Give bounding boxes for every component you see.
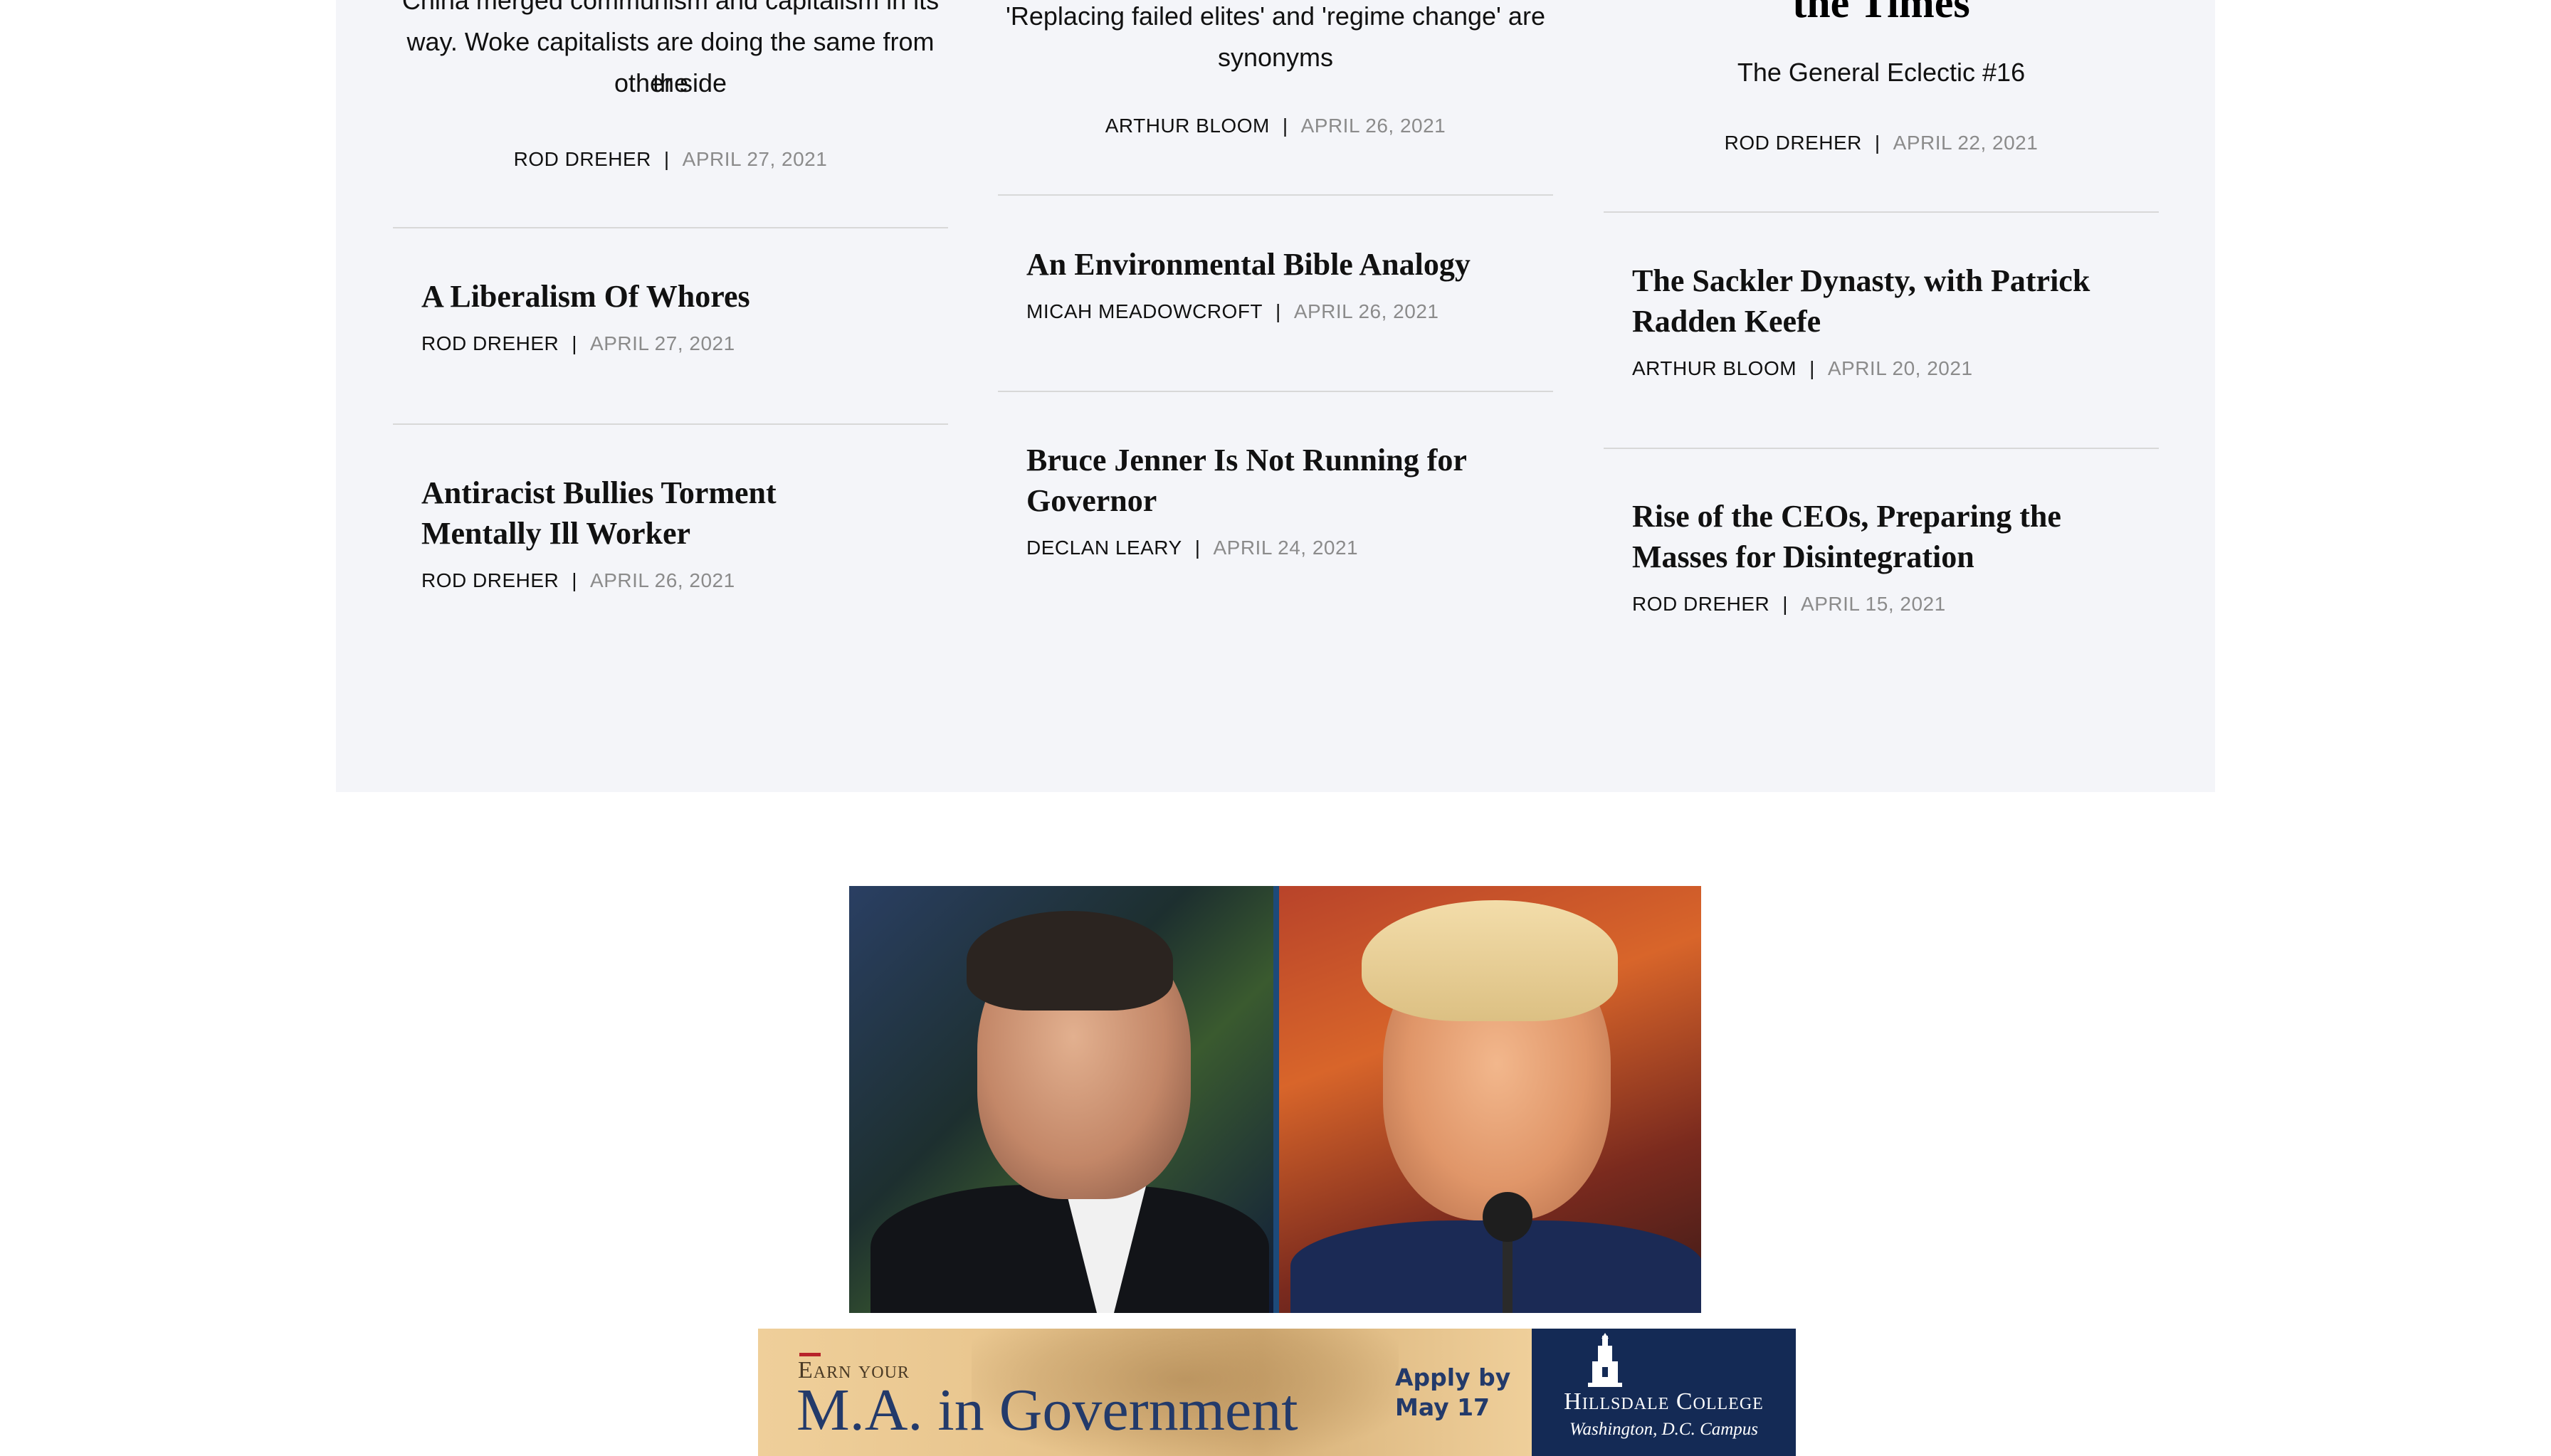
ad-cta-line[interactable]: Apply by: [1395, 1363, 1510, 1391]
byline-separator: |: [572, 332, 578, 354]
ad-college-name: Hillsdale College: [1564, 1388, 1764, 1415]
publish-date: APRIL 22, 2021: [1893, 132, 2039, 154]
featured-article-image[interactable]: [849, 886, 1701, 1313]
lead-byline: ROD DREHER | APRIL 22, 2021: [1604, 132, 2159, 154]
article-title[interactable]: Bruce Jenner Is Not Running for Governor: [1026, 440, 1539, 521]
image-left-hair: [967, 911, 1173, 1011]
article-title-line[interactable]: Antiracist Bullies Torment: [421, 475, 777, 510]
byline-separator: |: [1194, 537, 1201, 559]
lead-byline: ARTHUR BLOOM | APRIL 26, 2021: [998, 115, 1553, 137]
divider: [1604, 211, 2159, 213]
article-card[interactable]: The Sackler Dynasty, with Patrick Radden …: [1632, 260, 2145, 380]
microphone: [1483, 1192, 1532, 1242]
article-card[interactable]: Rise of the CEOs, Preparing the Masses fo…: [1632, 496, 2145, 616]
publish-date: APRIL 24, 2021: [1213, 537, 1359, 559]
article-byline: MICAH MEADOWCROFT | APRIL 26, 2021: [1026, 300, 1539, 323]
author-link[interactable]: DECLAN LEARY: [1026, 537, 1182, 559]
author-link[interactable]: ARTHUR BLOOM: [1632, 357, 1797, 379]
article-byline: ROD DREHER | APRIL 26, 2021: [421, 569, 934, 592]
ad-accent-bar: [799, 1353, 821, 1356]
image-right-panel: [1276, 886, 1701, 1313]
author-link[interactable]: ROD DREHER: [1725, 132, 1862, 154]
article-title-line[interactable]: Radden Keefe: [1632, 304, 1821, 339]
author-link[interactable]: ROD DREHER: [421, 332, 559, 354]
publish-date: APRIL 27, 2021: [590, 332, 735, 354]
byline-separator: |: [1874, 132, 1881, 154]
microphone-stand: [1503, 1235, 1513, 1313]
image-right-hair: [1362, 900, 1618, 1021]
article-byline: ARTHUR BLOOM | APRIL 20, 2021: [1632, 357, 2145, 380]
publish-date: APRIL 20, 2021: [1827, 357, 1973, 379]
article-title[interactable]: Antiracist Bullies Torment Mentally Ill W…: [421, 473, 934, 554]
ad-headline: M.A. in Government: [796, 1377, 1298, 1443]
ad-cta-line[interactable]: May 17: [1395, 1393, 1490, 1421]
publish-date: APRIL 15, 2021: [1801, 593, 1946, 615]
article-byline: ROD DREHER | APRIL 27, 2021: [421, 332, 934, 355]
ad-banner[interactable]: Earn your M.A. in Government Apply by Ma…: [758, 1329, 1796, 1456]
author-link[interactable]: ROD DREHER: [514, 148, 651, 170]
article-title[interactable]: A Liberalism Of Whores: [421, 276, 934, 317]
article-card[interactable]: An Environmental Bible Analogy MICAH MEA…: [1026, 244, 1539, 323]
article-title-line[interactable]: Governor: [1026, 483, 1157, 518]
article-title[interactable]: The Sackler Dynasty, with Patrick Radden …: [1632, 260, 2145, 342]
lead-article-title[interactable]: the Times: [1604, 0, 2159, 26]
article-title[interactable]: Rise of the CEOs, Preparing the Masses fo…: [1632, 496, 2145, 577]
author-link[interactable]: ROD DREHER: [421, 569, 559, 591]
article-title-line[interactable]: A Liberalism Of Whores: [421, 279, 750, 314]
lead-dek-line-3: other side: [614, 68, 727, 97]
author-link[interactable]: MICAH MEADOWCROFT: [1026, 300, 1263, 322]
divider: [393, 423, 948, 425]
byline-separator: |: [1276, 300, 1281, 322]
article-title-line[interactable]: The Sackler Dynasty, with Patrick: [1632, 263, 2090, 298]
byline-separator: |: [1782, 593, 1789, 615]
ad-cta[interactable]: Apply by May 17: [1395, 1363, 1516, 1423]
article-title-line[interactable]: An Environmental Bible Analogy: [1026, 247, 1471, 282]
college-tower-icon: [1588, 1333, 1622, 1387]
lead-dek-line-1: China merged communism and capitalism in…: [401, 0, 940, 15]
divider: [998, 194, 1553, 196]
author-link[interactable]: ARTHUR BLOOM: [1105, 115, 1270, 137]
lead-dek-line-1: 'Replacing failed elites' and 'regime ch…: [1006, 1, 1545, 31]
article-card[interactable]: Antiracist Bullies Torment Mentally Ill W…: [421, 473, 934, 592]
article-byline: DECLAN LEARY | APRIL 24, 2021: [1026, 537, 1539, 559]
publish-date: APRIL 26, 2021: [1293, 300, 1439, 322]
article-byline: ROD DREHER | APRIL 15, 2021: [1632, 593, 2145, 616]
lead-byline: ROD DREHER | APRIL 27, 2021: [393, 148, 948, 171]
lead-dek-line-1: The General Eclectic #16: [1737, 58, 2026, 87]
divider: [1604, 448, 2159, 449]
article-card[interactable]: A Liberalism Of Whores ROD DREHER | APRIL …: [421, 276, 934, 355]
author-link[interactable]: ROD DREHER: [1632, 593, 1769, 615]
article-card[interactable]: Bruce Jenner Is Not Running for Governor …: [1026, 440, 1539, 559]
article-title-line[interactable]: Bruce Jenner Is Not Running for: [1026, 443, 1467, 478]
image-left-panel: [849, 886, 1276, 1313]
publish-date: APRIL 26, 2021: [1300, 115, 1446, 137]
image-divider: [1273, 886, 1279, 1313]
publish-date: APRIL 27, 2021: [682, 148, 828, 170]
byline-separator: |: [572, 569, 578, 591]
article-title-line[interactable]: Masses for Disintegration: [1632, 539, 1974, 574]
byline-separator: |: [1282, 115, 1288, 137]
page: China merged communism and capitalism in…: [0, 0, 2551, 1456]
publish-date: APRIL 26, 2021: [590, 569, 735, 591]
byline-separator: |: [1809, 357, 1815, 379]
article-title-line[interactable]: Rise of the CEOs, Preparing the: [1632, 499, 2061, 534]
divider: [393, 227, 948, 228]
byline-separator: |: [663, 148, 670, 170]
divider: [998, 391, 1553, 392]
article-title-line[interactable]: Mentally Ill Worker: [421, 516, 690, 551]
ad-campus: Washington, D.C. Campus: [1569, 1420, 1759, 1439]
related-articles-grid: China merged communism and capitalism in…: [336, 0, 2215, 792]
lead-dek-line-2: synonyms: [1217, 43, 1334, 72]
article-title[interactable]: An Environmental Bible Analogy: [1026, 244, 1539, 285]
